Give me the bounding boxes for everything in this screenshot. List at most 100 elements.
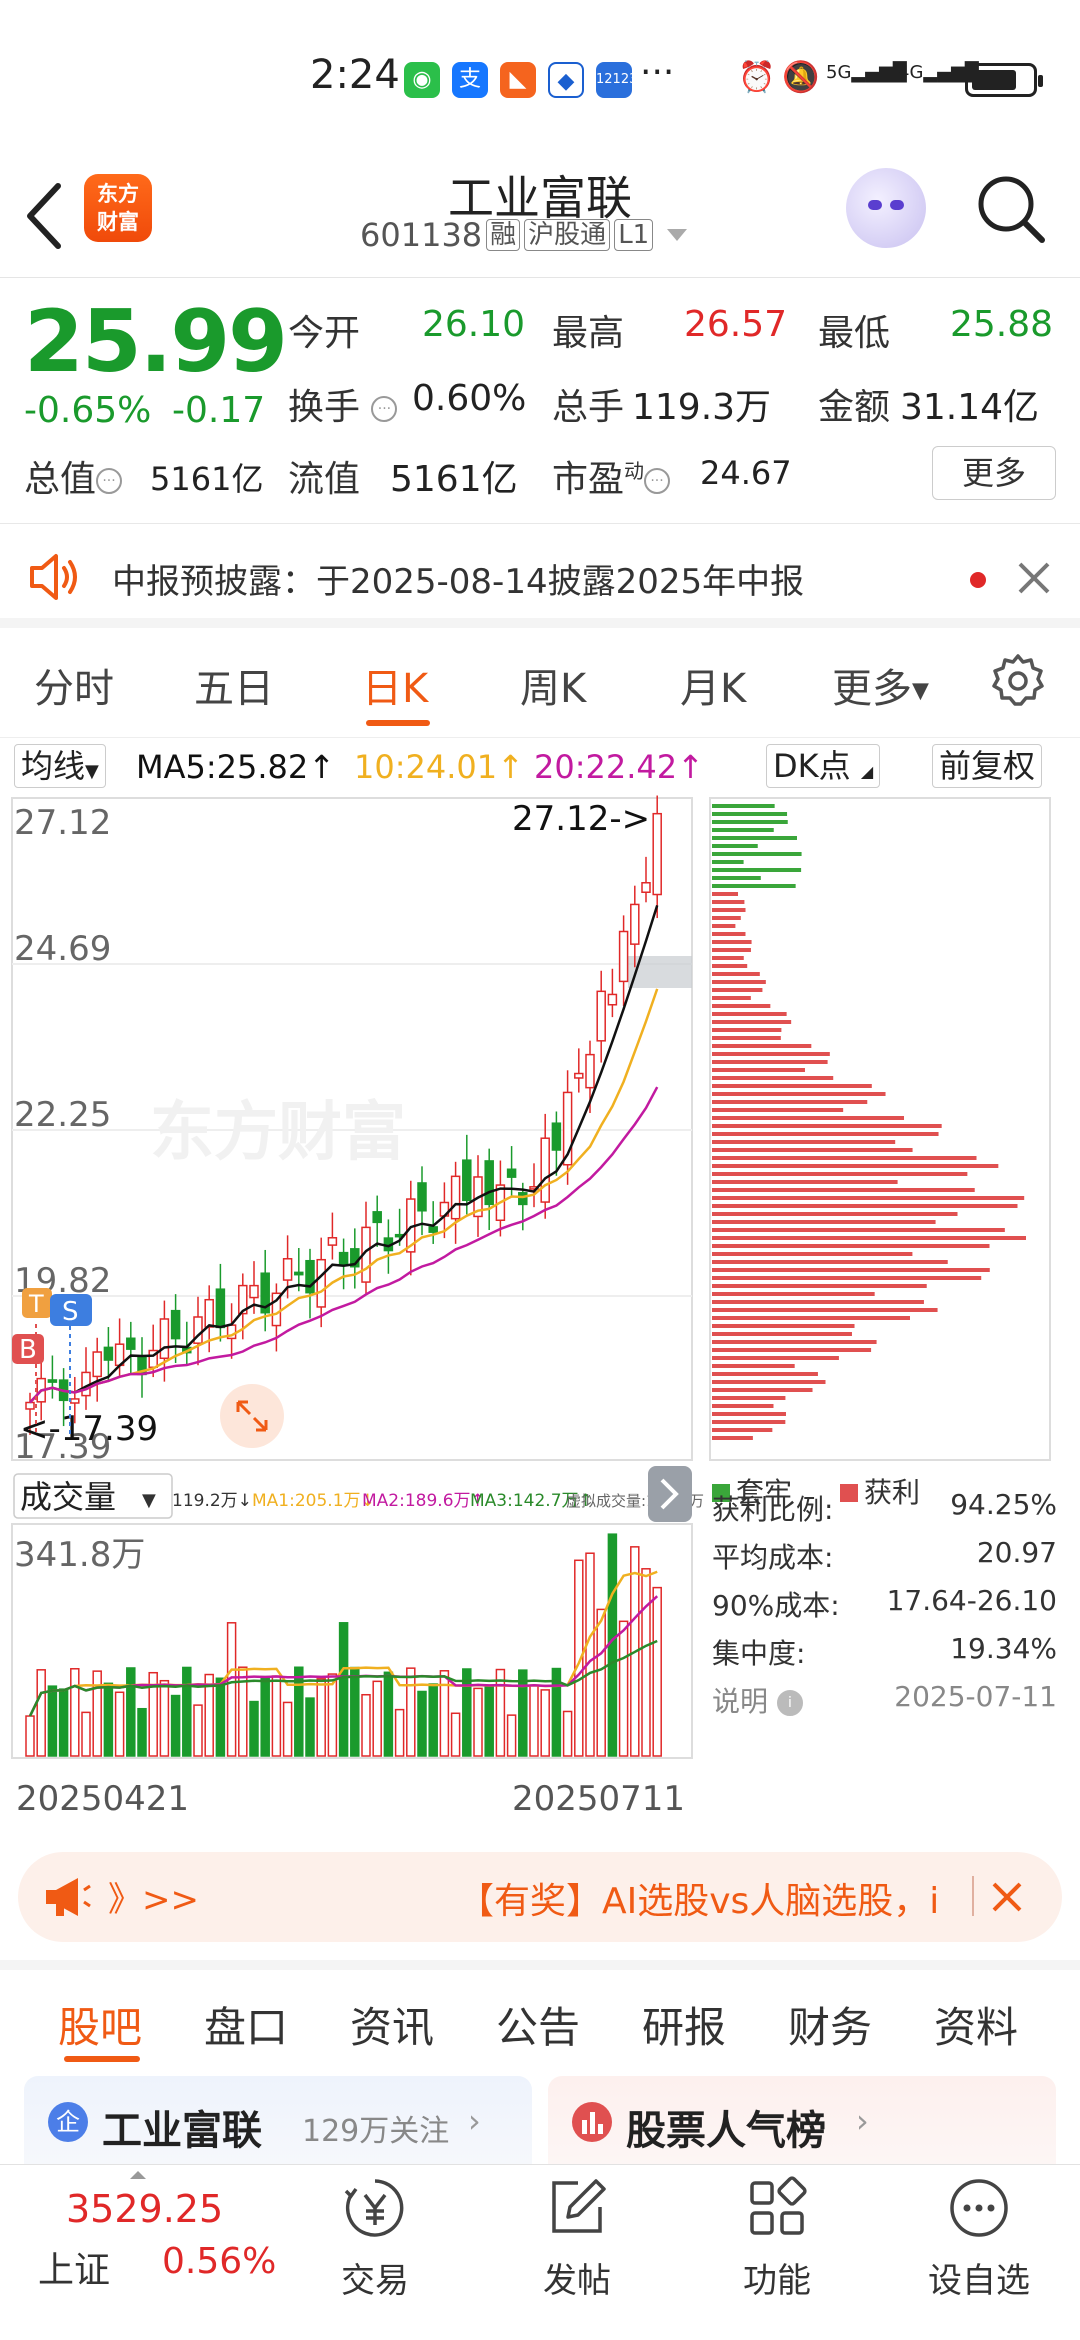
nav-add-watchlist[interactable]: 设自选 [904,2175,1054,2302]
adjust-select[interactable]: 前复权 [932,744,1043,788]
volume-bar [562,1710,573,1757]
back-button[interactable] [18,176,88,256]
turnover-value: 0.60% [412,378,527,419]
more-quote-button[interactable]: 更多 [932,446,1056,500]
note-label: 说明 [712,1685,769,1718]
dk-point-select[interactable]: DK点 ◢ [766,744,881,788]
tab-weekly-k[interactable]: 周K [520,656,586,714]
tab-news[interactable]: 资讯 [350,1994,434,2055]
index-change[interactable]: 0.56% [162,2241,276,2282]
nav-post[interactable]: 发帖 [502,2175,652,2302]
volume-bar [282,1701,293,1757]
tab-monthly-k[interactable]: 月K [680,656,746,714]
tab-finance[interactable]: 财务 [788,1994,872,2055]
caret-down-icon: ▼ [912,678,929,704]
volume-bar [126,1667,136,1757]
pe-label-text: 市盈 [552,459,625,500]
chip-bar [712,956,744,960]
volume-bar [193,1704,203,1757]
tab-five-day[interactable]: 五日 [194,656,274,714]
stock-code-row[interactable]: 601138 融 沪股通 L1 [360,216,688,254]
volume-bar [518,1669,528,1757]
chip-bar [712,916,741,920]
tab-intraday[interactable]: 分时 [34,656,114,714]
chip-bar [712,1084,872,1088]
ai-assistant-avatar[interactable] [846,168,926,248]
candle-body [641,882,651,893]
chip-bar [712,1244,990,1248]
candle-body [462,1159,472,1202]
expand-chart-button[interactable] [220,1384,284,1448]
megaphone-icon [46,1878,91,1916]
info-icon[interactable]: ··· [96,468,123,494]
pe-label: 市盈动 ··· [552,450,671,502]
notice-bar[interactable]: 中报预披露：于2025-08-14披露2025年中报 [0,524,1080,628]
note-link[interactable]: 说明 i [712,1680,803,1728]
promo-banner[interactable]: 》>> 【有奖】AI选股vs人脑选股，i [18,1852,1062,1942]
search-button[interactable] [972,170,1052,250]
candle-body [372,1211,382,1224]
volume-bar [327,1673,338,1757]
tab-announcements[interactable]: 公告 [496,1994,580,2055]
caret-down-icon: ▼ [142,1490,156,1511]
tab-more[interactable]: 更多▼ [832,656,929,714]
percent-change: -0.65% [24,390,152,431]
nav-functions-label: 功能 [743,2261,811,2301]
chip-bar [712,844,758,848]
popularity-rank-card[interactable]: 股票人气榜 › [548,2076,1056,2166]
ma20-value: 20:22.42↑ [534,748,704,786]
tab-profile[interactable]: 资料 [934,1994,1018,2055]
candle-body [70,1398,80,1404]
stat-label: 获利比例: [712,1493,834,1526]
chip-bar [712,1348,872,1352]
stat-row: 获利比例: 94.25% [712,1488,1057,1536]
volume-bar [450,1712,461,1757]
tab-daily-k[interactable]: 日K [362,656,428,714]
chip-bar [712,1388,813,1392]
tab-guba[interactable]: 股吧 [58,1994,142,2055]
chip-bar [712,908,746,912]
follower-count: 129万关注 [302,2114,450,2149]
info-icon[interactable]: ··· [644,468,671,494]
nav-trade[interactable]: 交易 [300,2175,450,2302]
stock-forum-card[interactable]: 企 工业富联 129万关注 › [24,2076,532,2166]
t-marker-label: T [28,1290,44,1318]
chip-bar [712,900,745,904]
volume-bar [81,1711,91,1757]
chip-bar [712,1372,818,1376]
chip-bar [712,1396,786,1400]
expand-panel-button[interactable] [648,1466,692,1522]
tab-research[interactable]: 研报 [642,1994,726,2055]
candle-body [103,1346,114,1361]
float-value: 5161亿 [390,459,518,500]
candle-body [305,1259,315,1294]
volume-bar [652,1586,662,1757]
chip-bar [712,924,736,928]
tab-pankou[interactable]: 盘口 [204,1994,288,2055]
info-icon[interactable]: ··· [371,396,398,422]
chip-bar [712,1308,938,1312]
chip-bar [712,884,796,888]
volume-bar [585,1552,595,1757]
low-label: 最低 [818,313,891,354]
settings-gear-icon[interactable] [990,652,1046,708]
nav-functions[interactable]: 功能 [702,2175,852,2302]
chip-bar [712,1052,830,1056]
chip-bar [712,804,775,808]
volume-bar [394,1708,405,1757]
signal-4g-label: 4G [898,62,924,83]
bank-app-icon: ◆ [548,62,584,98]
index-name[interactable]: 上证 [38,2241,110,2293]
index-value[interactable]: 3529.25 [66,2187,223,2231]
stat-value: 94.25% [950,1488,1057,1521]
ma-select[interactable]: 均线▼ [14,744,106,788]
volume-bar [159,1679,170,1757]
close-icon[interactable] [990,1880,1024,1914]
volume-legend: MA1:205.1万↓ [252,1491,375,1511]
s-marker-label: S [62,1297,79,1327]
close-icon[interactable] [1016,560,1052,596]
alipay-icon: 支 [452,62,488,98]
chip-bar [712,1028,782,1032]
open-value: 26.10 [422,304,526,345]
status-time: 2:24 [310,52,400,98]
